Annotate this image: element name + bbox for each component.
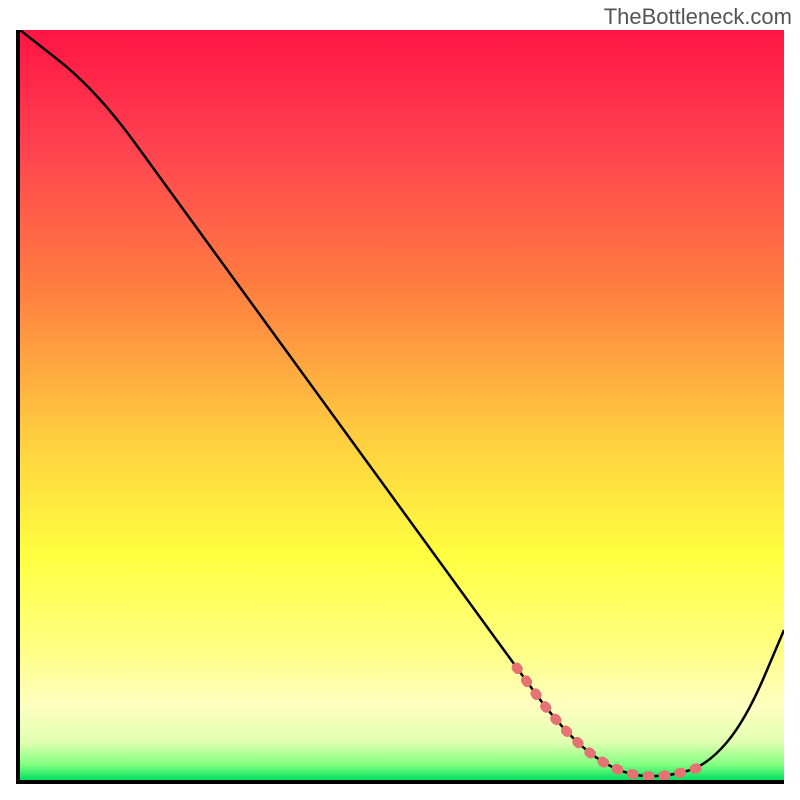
highlight-curve-line — [517, 668, 708, 777]
plot-area — [16, 30, 784, 784]
watermark-text: TheBottleneck.com — [604, 4, 792, 30]
chart-container: TheBottleneck.com — [0, 0, 800, 800]
curve-layer — [20, 30, 784, 780]
main-curve-line — [20, 30, 784, 776]
